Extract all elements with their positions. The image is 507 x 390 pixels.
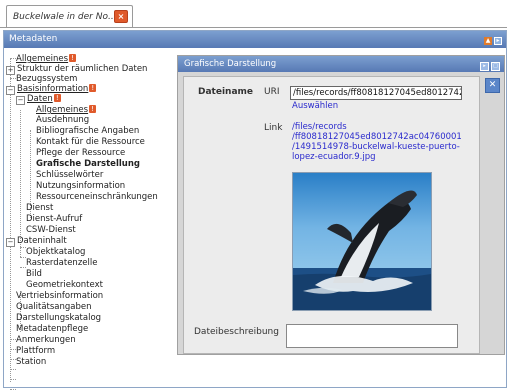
tree-item-label: Bild: [26, 269, 42, 279]
tree-item-metadatenpflege[interactable]: Metadatenpflege: [16, 324, 88, 334]
document-tab[interactable]: Buckelwale in der No... ×: [6, 5, 133, 28]
tree-item-label: Daten: [27, 94, 53, 104]
dateibeschreibung-field[interactable]: [286, 324, 458, 348]
tree-item-label: Vertriebsinformation: [16, 291, 104, 301]
uri-field[interactable]: /files/records/ff80818127045ed8012742a: [290, 86, 462, 100]
tree-item-qualitaetsangaben[interactable]: Qualitätsangaben: [16, 302, 92, 312]
tree-item-label: CSW-Dienst: [26, 225, 76, 235]
tab-bar: Buckelwale in der No... ×: [0, 0, 507, 30]
tree-item-ressourceneinschraenkungen[interactable]: Ressourceneinschränkungen: [36, 192, 158, 202]
expand-icon[interactable]: +: [6, 66, 15, 75]
tree-item-label: Anmerkungen: [16, 335, 76, 345]
tree-item-bezugssystem[interactable]: Bezugssystem: [16, 74, 77, 84]
tree-item-label: Metadatenpflege: [16, 324, 89, 334]
tree-item-csw-dienst[interactable]: CSW-Dienst: [26, 225, 76, 235]
maximize-icon[interactable]: □: [491, 62, 500, 71]
tree-item-label: Schlüsselwörter: [36, 170, 104, 180]
collapse-icon[interactable]: −: [6, 238, 15, 247]
tree-item-label: Dateninhalt: [17, 236, 67, 246]
uri-label: URI: [264, 87, 280, 97]
tree-item-label: Kontakt für die Ressource: [36, 137, 145, 147]
grafische-darstellung-dialog: Grafische Darstellung ▸ □ Dateiname URI /…: [177, 55, 505, 355]
warning-icon: !: [53, 94, 61, 102]
tree-item-bild[interactable]: Bild: [26, 269, 42, 279]
dialog-form: Dateiname URI /files/records/ff808181270…: [183, 76, 480, 354]
close-icon[interactable]: ✕: [485, 78, 500, 93]
tree-item-kontakt[interactable]: Kontakt für die Ressource: [36, 137, 145, 147]
tree-item-label: Bezugssystem: [16, 74, 78, 84]
tree-item-pflege[interactable]: Pflege der Ressource: [36, 148, 125, 158]
auswaehlen-link[interactable]: Auswählen: [292, 101, 338, 111]
tree-item-label: Rasterdatenzelle: [26, 258, 98, 268]
tree-item-label: Geometriekontext: [26, 280, 103, 290]
tree-item-grafische-darstellung[interactable]: Grafische Darstellung: [36, 159, 140, 169]
tree-item-label: Bibliografische Angaben: [36, 126, 140, 136]
tree-item-allgemeines[interactable]: Allgemeines!: [16, 54, 77, 64]
close-icon[interactable]: ×: [114, 10, 128, 23]
tab-title: Buckelwale in der No...: [13, 12, 117, 22]
tree-item-bibliografische[interactable]: Bibliografische Angaben: [36, 126, 139, 136]
collapse-icon[interactable]: ▲: [484, 37, 492, 45]
tree-item-dienst[interactable]: Dienst: [26, 203, 53, 213]
dateiname-label: Dateiname: [198, 87, 253, 97]
metadata-tree: Allgemeines! + Struktur der räumlichen Da…: [4, 49, 179, 390]
tree-item-label: Qualitätsangaben: [16, 302, 92, 312]
dateibeschreibung-label: Dateibeschreibung: [194, 327, 279, 337]
tree-item-label: Grafische Darstellung: [36, 159, 140, 169]
tree-item-label: Pflege der Ressource: [36, 148, 126, 158]
tree-item-label: Ausdehnung: [36, 115, 90, 125]
dialog-header: Grafische Darstellung ▸ □: [178, 56, 504, 72]
divider: [0, 27, 507, 28]
minimize-icon[interactable]: ▸: [480, 62, 489, 71]
tree-item-dienst-aufruf[interactable]: Dienst-Aufruf: [26, 214, 82, 224]
tree-item-label: Struktur der räumlichen Daten: [17, 64, 148, 74]
tree-item-dateninhalt[interactable]: − Dateninhalt: [6, 236, 67, 247]
tree-item-label: Nutzungsinformation: [36, 181, 126, 191]
tree-item-label: Plattform: [16, 346, 56, 356]
expand-icon[interactable]: ▸: [494, 37, 502, 45]
tree-item-label: Allgemeines: [36, 105, 89, 115]
dialog-title: Grafische Darstellung: [184, 59, 277, 69]
tree-item-label: Ressourceneinschränkungen: [36, 192, 158, 202]
tree-item-label: Objektkatalog: [26, 247, 86, 257]
file-link-line: /1491514978-buckelwal-kueste-puerto-: [292, 142, 460, 152]
file-link-line: /files/records: [292, 122, 347, 132]
tree-item-label: Dienst: [26, 203, 54, 213]
tree-item-daten[interactable]: − Daten!: [16, 94, 61, 105]
tree-item-nutzungsinformation[interactable]: Nutzungsinformation: [36, 181, 125, 191]
collapse-icon[interactable]: −: [6, 86, 15, 95]
panel-header: Metadaten ▲ ▸: [4, 31, 506, 48]
warning-icon: !: [89, 105, 97, 113]
whale-image: [292, 172, 432, 311]
warning-icon: !: [69, 54, 77, 62]
tree-item-anmerkungen[interactable]: Anmerkungen: [16, 335, 76, 345]
link-label: Link: [264, 123, 283, 133]
tree-item-station[interactable]: Station: [16, 357, 46, 367]
app-root: { "tab": {"title": "Buckelwale in der No…: [0, 0, 507, 390]
tree-item-label: Station: [16, 357, 47, 367]
tree-item-rasterdatenzelle[interactable]: Rasterdatenzelle: [26, 258, 97, 268]
tree-item-objektkatalog[interactable]: Objektkatalog: [26, 247, 85, 257]
tree-item-vertriebsinformation[interactable]: Vertriebsinformation: [16, 291, 103, 301]
tree-item-label: Basisinformation: [17, 84, 89, 94]
panel-title: Metadaten: [9, 34, 58, 44]
file-link-line: lopez-ecuador.9.jpg: [292, 152, 376, 162]
tree-item-label: Allgemeines: [16, 54, 69, 64]
tree-item-plattform[interactable]: Plattform: [16, 346, 55, 356]
tree-item-ausdehnung[interactable]: Ausdehnung: [36, 115, 89, 125]
tree-item-geometriekontext[interactable]: Geometriekontext: [26, 280, 103, 290]
tree-item-label: Dienst-Aufruf: [26, 214, 83, 224]
tree-item-daten-allgemeines[interactable]: Allgemeines!: [36, 105, 97, 115]
tree-item-label: Darstellungskatalog: [16, 313, 102, 323]
tree-item-schluesselwoerter[interactable]: Schlüsselwörter: [36, 170, 103, 180]
file-link[interactable]: /files/records /ff80818127045ed8012742ac…: [292, 122, 462, 162]
collapse-icon[interactable]: −: [16, 96, 25, 105]
warning-icon: !: [89, 84, 97, 92]
file-link-line: /ff80818127045ed8012742ac04760001: [292, 132, 462, 142]
metadata-panel: Metadaten ▲ ▸ Allgemeines! + Struktur der …: [3, 30, 507, 390]
tree-item-darstellungskatalog[interactable]: Darstellungskatalog: [16, 313, 101, 323]
